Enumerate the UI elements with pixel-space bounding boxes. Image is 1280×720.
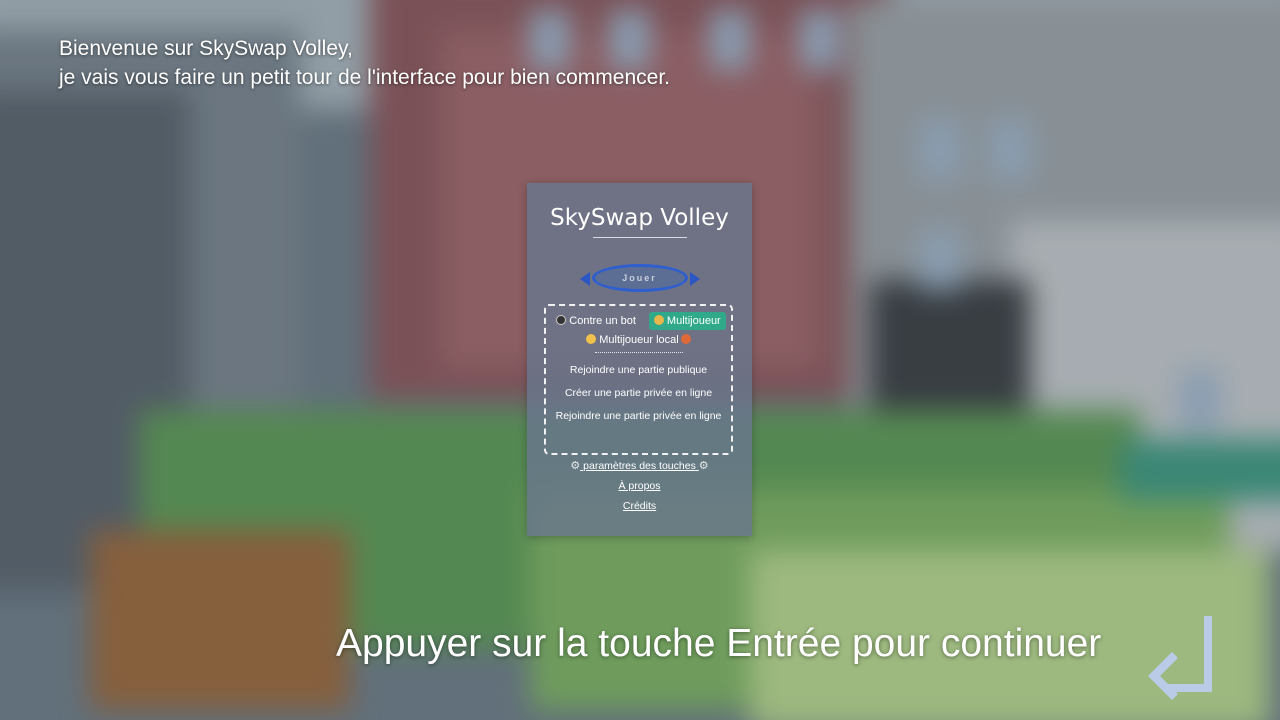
modes-separator — [594, 352, 683, 353]
intro-line-1: Bienvenue sur SkySwap Volley, — [59, 37, 353, 60]
mode-local-button[interactable]: Multijoueur local — [586, 334, 691, 346]
gear-icon: ⚙ — [570, 460, 581, 472]
game-title: SkySwap Volley — [550, 205, 729, 231]
title-divider — [592, 237, 687, 238]
game-modes-box: Contre un bot Multijoueur Multijoueur lo… — [544, 304, 733, 455]
main-menu-panel: SkySwap Volley Jouer Contre un bot Multi… — [527, 183, 752, 536]
join-private-game[interactable]: Rejoindre une partie privée en ligne — [546, 410, 731, 422]
sunglasses-icon — [556, 315, 567, 325]
face-icon — [680, 334, 691, 344]
credits-link[interactable]: Crédits — [527, 500, 752, 512]
mode-bot-button[interactable]: Contre un bot — [551, 312, 641, 330]
play-control: Jouer — [579, 264, 700, 294]
globe-icon — [653, 315, 664, 325]
mode-bot-label: Contre un bot — [569, 315, 636, 327]
about-link[interactable]: À propos — [527, 480, 752, 492]
key-settings-link[interactable]: ⚙ paramètres des touches ⚙ — [527, 459, 752, 472]
join-public-game[interactable]: Rejoindre une partie publique — [546, 364, 731, 376]
continue-prompt: Appuyer sur la touche Entrée pour contin… — [336, 622, 1102, 665]
key-settings-label: paramètres des touches — [583, 460, 696, 472]
intro-text: Bienvenue sur SkySwap Volley, je vais vo… — [59, 34, 670, 92]
mode-multiplayer-button[interactable]: Multijoueur — [648, 312, 726, 330]
hand-icon — [586, 334, 597, 344]
intro-line-2: je vais vous faire un petit tour de l'in… — [59, 66, 670, 89]
gear-icon: ⚙ — [698, 460, 709, 472]
arrow-right-icon — [689, 272, 700, 286]
play-button[interactable]: Jouer — [591, 264, 688, 292]
enter-key-icon — [1148, 616, 1212, 700]
arrow-left-icon — [579, 272, 590, 286]
mode-multiplayer-label: Multijoueur — [666, 315, 721, 327]
create-private-game[interactable]: Créer une partie privée en ligne — [546, 387, 731, 399]
mode-local-label: Multijoueur local — [599, 334, 679, 346]
menu-footer-links: ⚙ paramètres des touches ⚙ À propos Créd… — [527, 459, 752, 520]
